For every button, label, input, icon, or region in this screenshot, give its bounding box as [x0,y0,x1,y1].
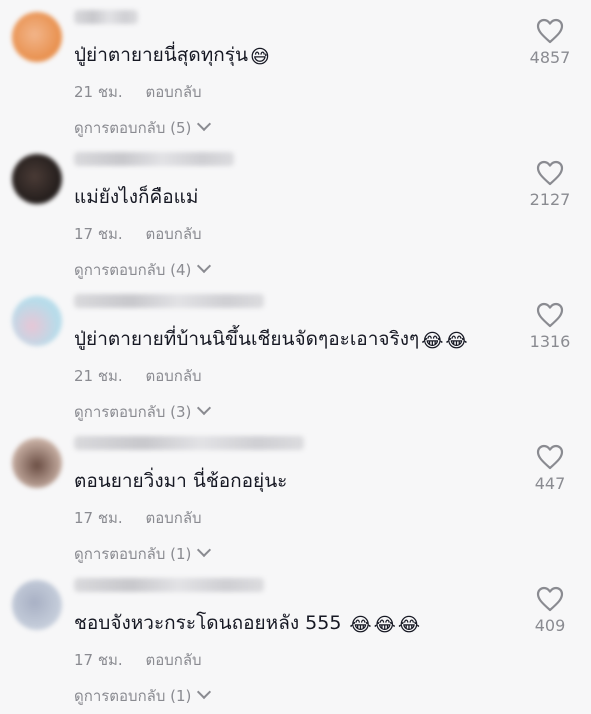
tears-of-joy-emoji: 😂 [445,330,468,352]
reply-button[interactable]: ตอบกลับ [145,651,201,669]
avatar[interactable] [12,296,62,346]
comment-text: ปู่ย่าตายายนี่สุดทุกรุ่น 😅 [74,42,270,68]
comment-time: 17 ชม. [74,509,123,527]
comment-text: แม่ยังไงก็คือแม่ [74,184,198,210]
like-count: 409 [534,616,566,635]
chevron-down-icon [197,116,212,132]
comment-text-body: ปู่ย่าตายายที่บ้านนิขึ้นเชียนจัดๆอะเอาจร… [74,328,420,350]
like-count: 1316 [529,332,571,351]
view-replies-label: ดูการตอบกลับ (5) [74,119,192,137]
view-replies-button[interactable]: ดูการตอบกลับ (1) [74,542,212,566]
view-replies-button[interactable]: ดูการตอบกลับ (5) [74,116,212,140]
comment-meta: 21 ชม. ตอบกลับ [74,364,202,388]
view-replies-label: ดูการตอบกลับ (3) [74,403,192,421]
like-count: 4857 [529,48,571,67]
chevron-down-icon [197,400,212,416]
view-replies-label: ดูการตอบกลับ (1) [74,545,192,563]
like-group: 4857 [523,18,577,67]
view-replies-label: ดูการตอบกลับ (4) [74,261,192,279]
username-blurred[interactable] [74,152,234,166]
view-replies-label: ดูการตอบกลับ (1) [74,687,192,705]
comment-meta: 17 ชม. ตอบกลับ [74,506,202,530]
comment-meta: 21 ชม. ตอบกลับ [74,80,202,104]
avatar[interactable] [12,154,62,204]
heart-outline-icon[interactable] [536,302,564,328]
comment-time: 21 ชม. [74,367,123,385]
username-blurred[interactable] [74,436,304,450]
comment-text: ชอบจังหวะกระโดนถอยหลัง 555 😂 😂 😂 [74,610,420,636]
chevron-down-icon [197,542,212,558]
comment-meta: 17 ชม. ตอบกลับ [74,222,202,246]
like-count: 2127 [529,190,571,209]
like-group: 409 [523,586,577,635]
view-replies-button[interactable]: ดูการตอบกลับ (4) [74,258,212,282]
comment-text: ตอนยายวิ่งมา นี่ช้อกอยุ่นะ [74,468,287,494]
chevron-down-icon [197,258,212,274]
view-replies-button[interactable]: ดูการตอบกลับ (1) [74,684,212,708]
chevron-down-icon [197,684,212,700]
heart-outline-icon[interactable] [536,586,564,612]
like-group: 447 [523,444,577,493]
reply-button[interactable]: ตอบกลับ [145,225,201,243]
comment-item: แม่ยังไงก็คือแม่ 17 ชม. ตอบกลับ ดูการตอบ… [0,142,591,284]
comment-text-body: ชอบจังหวะกระโดนถอยหลัง 555 [74,612,342,634]
like-count: 447 [534,474,566,493]
username-blurred[interactable] [74,10,138,24]
view-replies-button[interactable]: ดูการตอบกลับ (3) [74,400,212,424]
comment-text-body: ปู่ย่าตายายนี่สุดทุกรุ่น [74,44,248,66]
username-blurred[interactable] [74,578,264,592]
comment-time: 17 ชม. [74,225,123,243]
comment-item: ชอบจังหวะกระโดนถอยหลัง 555 😂 😂 😂 17 ชม. ตอบ… [0,568,591,710]
comment-item: ปู่ย่าตายายที่บ้านนิขึ้นเชียนจัดๆอะเอาจร… [0,284,591,426]
heart-outline-icon[interactable] [536,160,564,186]
comment-time: 17 ชม. [74,651,123,669]
comment-time: 21 ชม. [74,83,123,101]
username-blurred[interactable] [74,294,264,308]
like-group: 2127 [523,160,577,209]
sweat-smile-emoji: 😅 [249,46,270,68]
tears-of-joy-emoji: 😂 [397,614,421,636]
avatar[interactable] [12,580,62,630]
heart-outline-icon[interactable] [536,18,564,44]
tears-of-joy-emoji: 😂 [349,614,372,636]
comment-text: ปู่ย่าตายายที่บ้านนิขึ้นเชียนจัดๆอะเอาจร… [74,326,468,352]
comment-item: ตอนยายวิ่งมา นี่ช้อกอยุ่นะ 17 ชม. ตอบกลั… [0,426,591,568]
heart-outline-icon[interactable] [536,444,564,470]
tears-of-joy-emoji: 😂 [421,330,444,352]
comment-meta: 17 ชม. ตอบกลับ [74,648,202,672]
like-group: 1316 [523,302,577,351]
avatar[interactable] [12,12,62,62]
reply-button[interactable]: ตอบกลับ [145,367,201,385]
reply-button[interactable]: ตอบกลับ [145,83,201,101]
tears-of-joy-emoji: 😂 [373,614,396,636]
comment-text-body: ตอนยายวิ่งมา นี่ช้อกอยุ่นะ [74,470,288,492]
reply-button[interactable]: ตอบกลับ [145,509,201,527]
comment-text-body: แม่ยังไงก็คือแม่ [74,186,199,208]
comment-item: ปู่ย่าตายายนี่สุดทุกรุ่น 😅 21 ชม. ตอบกลับ… [0,0,591,142]
avatar[interactable] [12,438,62,488]
